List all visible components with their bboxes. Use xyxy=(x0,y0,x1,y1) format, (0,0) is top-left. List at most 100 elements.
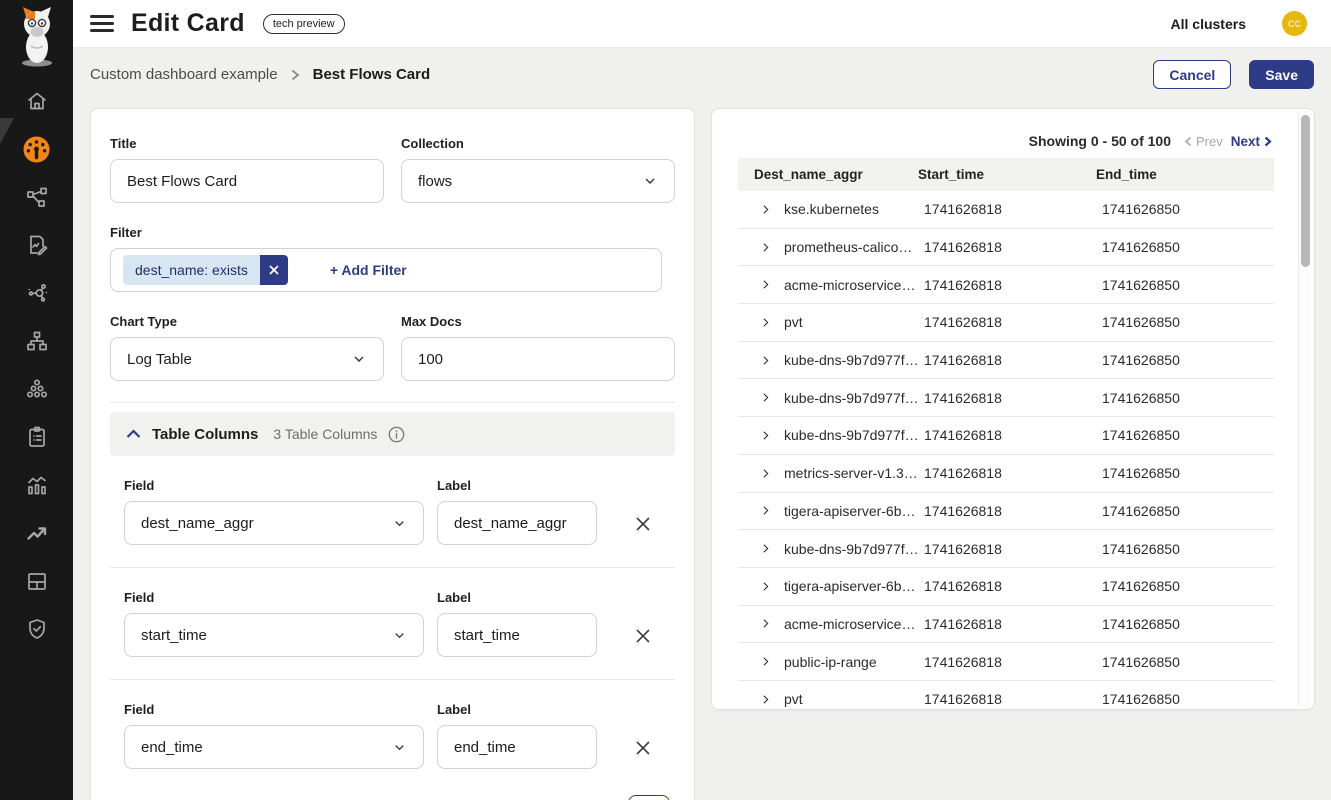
sidebar-item-compliance[interactable] xyxy=(0,413,73,461)
max-docs-input[interactable] xyxy=(401,337,675,381)
table-row[interactable]: kube-dns-9b7d977f… 1741626818 1741626850 xyxy=(738,342,1274,380)
clipboard-list-icon xyxy=(25,425,49,449)
table-row[interactable]: public-ip-range 1741626818 1741626850 xyxy=(738,643,1274,681)
field-label: Field xyxy=(124,590,424,605)
info-icon[interactable] xyxy=(388,426,405,443)
table-scrollbar-thumb[interactable] xyxy=(1301,115,1310,267)
box-icon xyxy=(25,569,49,593)
expand-chevron-right-icon[interactable] xyxy=(759,316,772,329)
end-time-cell: 1741626850 xyxy=(1096,427,1274,443)
table-header-cell: Dest_name_aggr xyxy=(738,167,918,182)
sidebar-item-home[interactable] xyxy=(0,77,73,125)
card-editor-panel: Title Collection flows Filter dest_name:… xyxy=(90,108,695,800)
expand-chevron-right-icon[interactable] xyxy=(759,241,772,254)
expand-chevron-right-icon[interactable] xyxy=(759,655,772,668)
expand-chevron-right-icon[interactable] xyxy=(759,504,772,517)
remove-column-button[interactable] xyxy=(634,515,652,533)
sidebar-item-security[interactable] xyxy=(0,605,73,653)
end-time-cell: 1741626850 xyxy=(1096,616,1274,632)
chart-type-select[interactable]: Log Table xyxy=(110,337,384,381)
prev-page-button[interactable]: Prev xyxy=(1184,134,1223,149)
dest-name-cell: acme-microservice… xyxy=(738,616,918,632)
expand-chevron-right-icon[interactable] xyxy=(759,542,772,555)
filter-group: Filter dest_name: exists + Add Filter xyxy=(110,225,675,292)
chevron-up-icon xyxy=(126,429,141,439)
cluster-selector[interactable]: All clusters xyxy=(1171,16,1246,32)
sidebar-item-dashboards[interactable] xyxy=(0,125,73,173)
label-input[interactable] xyxy=(437,725,597,769)
service-graph-icon xyxy=(25,185,49,209)
table-header-cell: Start_time xyxy=(918,167,1096,182)
cancel-button[interactable]: Cancel xyxy=(1153,60,1231,89)
header-actions: Cancel Save xyxy=(1153,60,1314,89)
start-time-cell: 1741626818 xyxy=(918,427,1096,443)
expand-chevron-right-icon[interactable] xyxy=(759,580,772,593)
sidebar-item-statistics[interactable] xyxy=(0,461,73,509)
chevron-down-icon xyxy=(392,740,407,755)
table-row[interactable]: kube-dns-9b7d977f… 1741626818 1741626850 xyxy=(738,417,1274,455)
start-time-cell: 1741626818 xyxy=(918,654,1096,670)
user-avatar[interactable]: CC xyxy=(1282,11,1307,36)
table-row[interactable]: pvt 1741626818 1741626850 xyxy=(738,681,1274,710)
remove-filter-button[interactable] xyxy=(260,255,288,285)
table-row[interactable]: kube-dns-9b7d977f… 1741626818 1741626850 xyxy=(738,530,1274,568)
table-row[interactable]: acme-microservice… 1741626818 1741626850 xyxy=(738,266,1274,304)
remove-column-button[interactable] xyxy=(634,739,652,757)
label-input[interactable] xyxy=(437,613,597,657)
connections-nodes-icon xyxy=(25,281,49,305)
page-title: Edit Card xyxy=(131,9,245,38)
field-select[interactable]: end_time xyxy=(124,725,424,769)
dest-name-value: acme-microservice… xyxy=(784,277,915,293)
add-column-button[interactable]: + xyxy=(628,795,670,800)
table-row[interactable]: pvt 1741626818 1741626850 xyxy=(738,304,1274,342)
expand-chevron-right-icon[interactable] xyxy=(759,278,772,291)
remove-column-button[interactable] xyxy=(634,627,652,645)
label-input[interactable] xyxy=(437,501,597,545)
collection-select[interactable]: flows xyxy=(401,159,675,203)
sidebar-item-logs[interactable] xyxy=(0,221,73,269)
cat-logo-icon xyxy=(12,6,62,68)
expand-chevron-right-icon[interactable] xyxy=(759,617,772,630)
table-row[interactable]: kse.kubernetes 1741626818 1741626850 xyxy=(738,191,1274,229)
sidebar-item-workloads[interactable] xyxy=(0,557,73,605)
table-row[interactable]: acme-microservice… 1741626818 1741626850 xyxy=(738,606,1274,644)
calico-cat-logo[interactable] xyxy=(0,6,73,68)
expand-chevron-right-icon[interactable] xyxy=(759,429,772,442)
field-select[interactable]: dest_name_aggr xyxy=(124,501,424,545)
close-icon xyxy=(634,739,652,757)
table-row[interactable]: tigera-apiserver-6b… 1741626818 17416268… xyxy=(738,493,1274,531)
next-page-button[interactable]: Next xyxy=(1231,134,1272,149)
expand-chevron-right-icon[interactable] xyxy=(759,354,772,367)
table-row[interactable]: tigera-apiserver-6b… 1741626818 17416268… xyxy=(738,568,1274,606)
add-filter-button[interactable]: + Add Filter xyxy=(330,262,407,278)
sidebar-item-service-graph[interactable] xyxy=(0,173,73,221)
expand-chevron-right-icon[interactable] xyxy=(759,693,772,706)
table-row[interactable]: prometheus-calico… 1741626818 1741626850 xyxy=(738,229,1274,267)
table-row[interactable]: kube-dns-9b7d977f… 1741626818 1741626850 xyxy=(738,379,1274,417)
dest-name-value: public-ip-range xyxy=(784,654,877,670)
table-row[interactable]: metrics-server-v1.3… 1741626818 17416268… xyxy=(738,455,1274,493)
sidebar-item-trends[interactable] xyxy=(0,509,73,557)
sidebar-item-connections[interactable] xyxy=(0,269,73,317)
table-scrollbar-track[interactable] xyxy=(1298,111,1311,707)
dest-name-value: pvt xyxy=(784,314,803,330)
save-button[interactable]: Save xyxy=(1249,60,1314,89)
sidebar xyxy=(0,0,73,800)
expand-chevron-right-icon[interactable] xyxy=(759,391,772,404)
chart-type-label: Chart Type xyxy=(110,314,384,329)
table-columns-section-toggle[interactable]: Table Columns 3 Table Columns xyxy=(110,412,675,456)
sidebar-item-network-hierarchy[interactable] xyxy=(0,317,73,365)
max-docs-label: Max Docs xyxy=(401,314,675,329)
title-input[interactable] xyxy=(110,159,384,203)
breadcrumb-parent[interactable]: Custom dashboard example xyxy=(90,66,278,83)
sidebar-item-clusters[interactable] xyxy=(0,365,73,413)
expand-chevron-right-icon[interactable] xyxy=(759,203,772,216)
hamburger-menu-icon[interactable] xyxy=(90,15,114,32)
end-time-cell: 1741626850 xyxy=(1096,390,1274,406)
table-columns-rows: Field dest_name_aggr Label Field xyxy=(110,456,675,791)
end-time-cell: 1741626850 xyxy=(1096,314,1274,330)
chevron-down-icon xyxy=(642,173,658,189)
home-icon xyxy=(25,89,49,113)
expand-chevron-right-icon[interactable] xyxy=(759,467,772,480)
field-select[interactable]: start_time xyxy=(124,613,424,657)
